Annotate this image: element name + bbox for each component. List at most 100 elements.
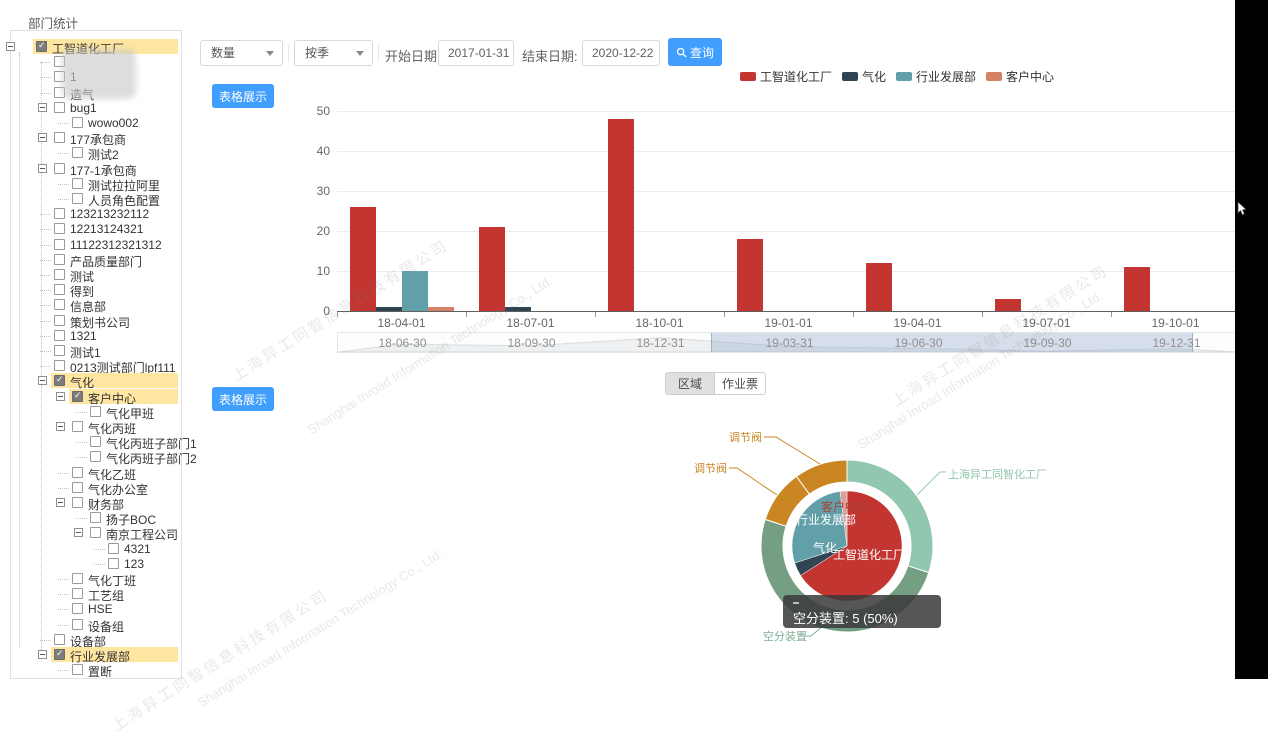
tree-checkbox[interactable]	[72, 467, 83, 478]
tree-expander-icon[interactable]	[56, 392, 65, 401]
legend-item[interactable]: 行业发展部	[896, 68, 976, 85]
tree-checkbox[interactable]	[54, 360, 65, 371]
tree-checkbox[interactable]	[54, 163, 65, 174]
tree-row[interactable]: 177承包商	[0, 130, 1268, 145]
tree-expander-icon[interactable]	[38, 650, 47, 659]
tree-checkbox[interactable]	[72, 147, 83, 158]
label-line	[764, 437, 820, 464]
tree-checkbox[interactable]	[54, 102, 65, 113]
tree-expander-icon[interactable]	[56, 498, 65, 507]
toggle-region-button[interactable]: 区域	[665, 372, 715, 395]
end-date-input[interactable]	[582, 40, 660, 66]
tree-checkbox[interactable]	[54, 299, 65, 310]
axis-tick	[1111, 312, 1112, 317]
tree-checkbox[interactable]	[54, 269, 65, 280]
tree-expander-icon[interactable]	[6, 42, 15, 51]
tree-node-label[interactable]: 1321	[70, 329, 97, 343]
tree-row[interactable]: 得到	[0, 282, 1268, 297]
tree-checkbox[interactable]	[36, 41, 47, 52]
tree-connector-stub	[58, 184, 69, 185]
tree-row[interactable]: 11122312321312	[0, 237, 1268, 252]
tree-checkbox[interactable]	[54, 345, 65, 356]
gridline	[337, 111, 1240, 112]
tree-checkbox[interactable]	[72, 421, 83, 432]
tree-checkbox[interactable]	[72, 497, 83, 508]
tree-checkbox[interactable]	[54, 223, 65, 234]
tree-checkbox[interactable]	[54, 132, 65, 143]
tree-row[interactable]: 测试2	[0, 145, 1268, 160]
tree-row[interactable]: 测试	[0, 267, 1268, 282]
tree-node-label[interactable]: HSE	[88, 602, 113, 616]
tree-row[interactable]: 测试拉拉阿里	[0, 176, 1268, 191]
tree-node-label[interactable]: wowo002	[88, 116, 139, 130]
tree-checkbox[interactable]	[54, 239, 65, 250]
tree-checkbox[interactable]	[72, 117, 83, 128]
legend-item[interactable]: 客户中心	[986, 68, 1054, 85]
tree-row[interactable]: 1	[0, 69, 1268, 84]
legend-item[interactable]: 工智道化工厂	[740, 68, 832, 85]
metric-select[interactable]: 数量	[200, 40, 283, 66]
axis-tick	[982, 312, 983, 317]
tree-row[interactable]: 客户中心	[0, 389, 1268, 404]
tree-checkbox[interactable]	[72, 588, 83, 599]
tree-checkbox[interactable]	[108, 558, 119, 569]
datazoom-slider[interactable]: 18-06-3018-09-3018-12-3119-03-3119-06-30…	[337, 332, 1240, 353]
tree-row[interactable]: 人员角色配置	[0, 191, 1268, 206]
tree-checkbox[interactable]	[90, 512, 101, 523]
tree-checkbox[interactable]	[54, 634, 65, 645]
toggle-workticket-button[interactable]: 作业票	[714, 372, 766, 395]
tree-checkbox[interactable]	[72, 619, 83, 630]
tree-row[interactable]: 0213测试部门lpf111	[0, 358, 1268, 373]
tree-node-label[interactable]: 11122312321312	[70, 238, 162, 252]
tree-checkbox[interactable]	[54, 208, 65, 219]
legend-label: 气化	[862, 68, 886, 85]
tree-checkbox[interactable]	[108, 543, 119, 554]
tree-node-label[interactable]: bug1	[70, 101, 97, 115]
tree-checkbox[interactable]	[72, 193, 83, 204]
tree-checkbox[interactable]	[72, 664, 83, 675]
tree-checkbox[interactable]	[54, 284, 65, 295]
tree-row[interactable]: 造气	[0, 85, 1268, 100]
tree-node-label[interactable]: 12213124321	[70, 222, 143, 236]
tree-checkbox[interactable]	[72, 603, 83, 614]
tree-expander-icon[interactable]	[38, 133, 47, 142]
tree-checkbox[interactable]	[72, 391, 83, 402]
tree-checkbox[interactable]	[90, 436, 101, 447]
start-date-input[interactable]	[438, 40, 514, 66]
tree-checkbox[interactable]	[72, 573, 83, 584]
legend-item[interactable]: 气化	[842, 68, 886, 85]
tree-checkbox[interactable]	[90, 406, 101, 417]
tree-expander-icon[interactable]	[74, 528, 83, 537]
tree-checkbox[interactable]	[54, 254, 65, 265]
pie-outer-label: 调节阀	[729, 430, 762, 444]
search-icon	[676, 47, 687, 58]
tree-checkbox[interactable]	[54, 649, 65, 660]
tree-row[interactable]: wowo002	[0, 115, 1268, 130]
tree-checkbox[interactable]	[90, 527, 101, 538]
tree-expander-icon[interactable]	[38, 376, 47, 385]
tree-expander-icon[interactable]	[38, 103, 47, 112]
tree-node-label[interactable]: 置断	[88, 663, 112, 680]
query-button[interactable]: 查询	[668, 38, 722, 66]
tree-row[interactable]: bug1	[0, 100, 1268, 115]
tree-expander-icon[interactable]	[38, 164, 47, 173]
tree-row[interactable]: 产品质量部门	[0, 252, 1268, 267]
tree-checkbox[interactable]	[72, 482, 83, 493]
tree-row[interactable]: 气化	[0, 373, 1268, 388]
tree-row[interactable]: 177-1承包商	[0, 161, 1268, 176]
metric-select-value: 数量	[211, 46, 235, 60]
tree-checkbox[interactable]	[54, 315, 65, 326]
tree-checkbox[interactable]	[90, 451, 101, 462]
tree-expander-icon[interactable]	[56, 422, 65, 431]
tree-node-label[interactable]: 123213232112	[70, 207, 149, 221]
tree-checkbox[interactable]	[72, 178, 83, 189]
table-display-button-top[interactable]: 表格展示	[212, 84, 274, 108]
tree-checkbox[interactable]	[54, 330, 65, 341]
tree-node-label[interactable]: 4321	[124, 542, 151, 556]
tree-checkbox[interactable]	[54, 375, 65, 386]
tree-node-label[interactable]: 123	[124, 557, 144, 571]
table-display-button-bottom[interactable]: 表格展示	[212, 387, 274, 411]
tree-row[interactable]: 12213124321	[0, 221, 1268, 236]
tree-row[interactable]: 123213232112	[0, 206, 1268, 221]
period-select[interactable]: 按季	[294, 40, 373, 66]
